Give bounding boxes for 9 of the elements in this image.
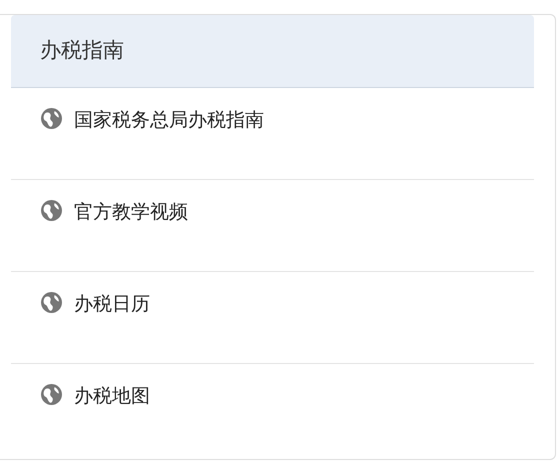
guide-link[interactable]: 办税地图 [74,384,150,408]
globe-icon [41,384,62,405]
guide-link[interactable]: 办税日历 [74,292,150,316]
globe-icon [41,292,62,313]
panel-title: 办税指南 [40,37,124,64]
guide-link[interactable]: 国家税务总局办税指南 [74,108,264,132]
guide-link[interactable]: 官方教学视频 [74,200,188,224]
globe-icon [41,108,62,129]
globe-icon [41,200,62,221]
